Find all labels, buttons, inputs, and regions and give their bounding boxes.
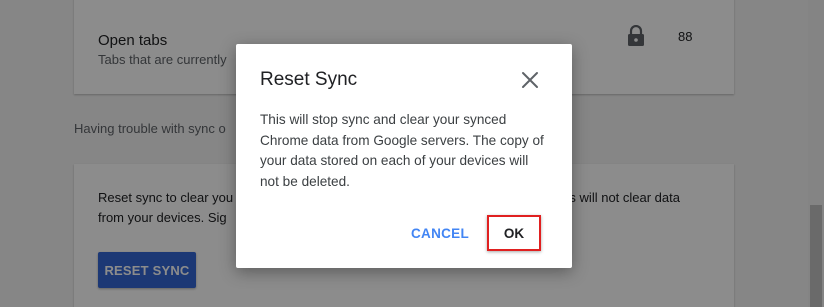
dialog-message: This will stop sync and clear your synce… [260, 112, 544, 189]
close-icon[interactable] [519, 69, 541, 91]
cancel-button[interactable]: CANCEL [406, 216, 474, 250]
ok-button[interactable]: OK [487, 215, 541, 251]
reset-sync-dialog: Reset Sync This will stop sync and clear… [236, 44, 572, 268]
dialog-title: Reset Sync [260, 69, 358, 90]
